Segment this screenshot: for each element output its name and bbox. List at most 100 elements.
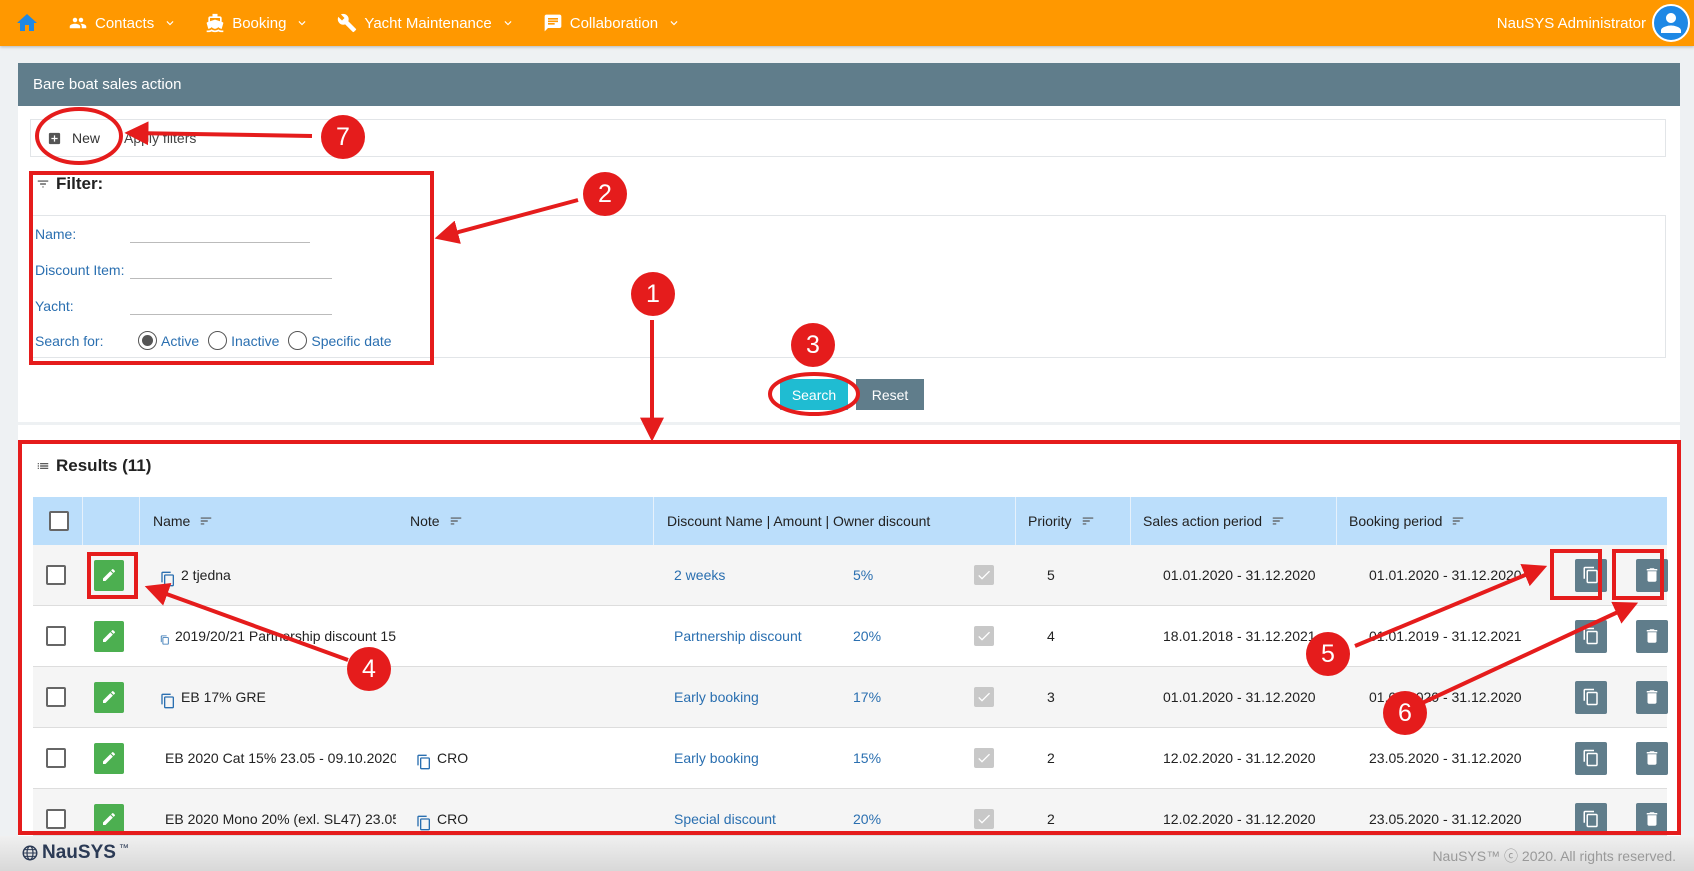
discount-name: 2 weeks — [674, 545, 725, 605]
discount-link[interactable]: Partnership discount — [674, 628, 802, 644]
radio-circle[interactable] — [288, 331, 308, 350]
header-sales-period[interactable]: Sales action period — [1143, 497, 1286, 545]
radio-inactive[interactable]: Inactive — [208, 331, 279, 350]
user-name[interactable]: NauSYS Administrator — [1497, 0, 1646, 46]
owner-discount-checkbox — [974, 565, 994, 585]
sort-icon — [201, 517, 212, 525]
row-checkbox[interactable] — [46, 748, 66, 768]
column-divider — [139, 497, 140, 545]
radio-specific-date[interactable]: Specific date — [288, 331, 392, 350]
plus-box-icon — [48, 132, 61, 144]
nav-booking[interactable]: Booking — [191, 0, 323, 46]
copy-icon[interactable] — [416, 815, 432, 831]
nav-collaboration[interactable]: Collaboration — [529, 0, 695, 46]
delete-button[interactable] — [1636, 619, 1668, 653]
edit-button[interactable] — [94, 559, 124, 591]
chevron-down-icon — [504, 21, 512, 26]
radio-circle[interactable] — [208, 331, 228, 350]
column-divider — [1336, 497, 1337, 545]
header-note[interactable]: Note — [410, 497, 464, 545]
copy-button[interactable] — [1575, 802, 1607, 835]
user-icon — [1661, 13, 1681, 33]
pencil-icon — [103, 629, 116, 642]
header-booking-period[interactable]: Booking period — [1349, 497, 1466, 545]
sort-icon — [1453, 517, 1464, 525]
yacht-input[interactable] — [130, 297, 332, 315]
copy-button[interactable] — [1575, 619, 1607, 653]
name-input[interactable] — [130, 225, 310, 243]
nav-yacht-maintenance[interactable]: Yacht Maintenance — [323, 0, 528, 46]
delete-cell — [1636, 728, 1668, 788]
trash-icon — [1646, 690, 1658, 704]
toolbar: New Apply filters — [30, 119, 1666, 157]
radio-active[interactable]: Active — [138, 331, 199, 350]
copy-icon[interactable] — [160, 693, 176, 709]
annotation-badge-4: 4 — [347, 647, 391, 691]
header-discount-label: Discount Name | Amount | Owner discount — [667, 513, 931, 529]
edit-button[interactable] — [94, 742, 124, 774]
row-select-cell — [46, 545, 66, 605]
check-icon — [978, 570, 990, 580]
copy-icon — [1583, 627, 1598, 645]
row-checkbox[interactable] — [46, 565, 66, 585]
apply-filters-button[interactable]: Apply filters — [124, 130, 196, 146]
chevron-down-icon — [166, 21, 174, 26]
row-edit-cell — [94, 545, 124, 605]
copy-icon[interactable] — [160, 632, 170, 648]
reset-button[interactable]: Reset — [856, 379, 924, 410]
chevron-down-icon — [298, 21, 306, 26]
annotation-badge-1: 1 — [631, 272, 675, 316]
header-name[interactable]: Name — [153, 497, 214, 545]
filter-discount-row: Discount Item: — [35, 261, 332, 279]
copy-button[interactable] — [1575, 558, 1607, 592]
discount-name: Early booking — [674, 667, 759, 727]
copy-icon[interactable] — [416, 754, 432, 770]
priority-cell: 2 — [1047, 750, 1055, 766]
row-select-cell — [46, 728, 66, 788]
discount-link[interactable]: Special discount — [674, 811, 776, 827]
priority-cell: 5 — [1047, 567, 1055, 583]
copy-cell — [1575, 545, 1607, 605]
new-button[interactable]: New — [31, 120, 100, 156]
header-sales-period-label: Sales action period — [1143, 513, 1263, 529]
copy-icon[interactable] — [160, 571, 176, 587]
search-button[interactable]: Search — [780, 379, 848, 410]
delete-button[interactable] — [1636, 558, 1668, 592]
top-navbar: Contacts Booking Yacht Maintenance Colla… — [0, 0, 1694, 46]
table-header: Name Note Discount Name | Amount | Owner… — [33, 497, 1667, 545]
column-divider — [82, 497, 83, 545]
avatar[interactable] — [1652, 4, 1690, 42]
name-text: EB 2020 Mono 20% (exl. SL47) 23.05 — [165, 811, 396, 827]
boat-icon — [206, 13, 224, 33]
note-text: CRO — [437, 811, 469, 827]
edit-button[interactable] — [94, 803, 124, 835]
nav-contacts[interactable]: Contacts — [54, 0, 191, 46]
delete-button[interactable] — [1636, 680, 1668, 714]
delete-button[interactable] — [1636, 741, 1668, 775]
discount-link[interactable]: Early booking — [674, 689, 759, 705]
row-checkbox[interactable] — [46, 809, 66, 829]
select-all-checkbox[interactable] — [49, 511, 69, 531]
table-row: EB 2020 Cat 15% 23.05 - 09.10.2020 CRO E… — [33, 728, 1668, 789]
owner-discount-cell — [974, 606, 994, 666]
home-icon[interactable] — [0, 0, 54, 46]
edit-button[interactable] — [94, 620, 124, 652]
delete-button[interactable] — [1636, 802, 1667, 835]
radio-circle[interactable] — [138, 331, 157, 350]
edit-button[interactable] — [94, 681, 124, 713]
yacht-label: Yacht: — [35, 298, 74, 314]
row-checkbox[interactable] — [46, 687, 66, 707]
sales-period-cell: 12.02.2020 - 31.12.2020 — [1163, 811, 1316, 827]
name-text: 2019/20/21 Partnership discount 15 — [174, 628, 396, 644]
discount-link[interactable]: 2 weeks — [674, 567, 725, 583]
name-cell: EB 2020 Mono 20% (exl. SL47) 23.05 — [160, 789, 396, 835]
row-checkbox[interactable] — [46, 626, 66, 646]
discount-item-input[interactable] — [130, 261, 332, 279]
discount-link[interactable]: Early booking — [674, 750, 759, 766]
name-cell: EB 2020 Cat 15% 23.05 - 09.10.2020 — [160, 728, 396, 788]
wrench-icon — [338, 13, 357, 33]
copy-cell — [1575, 667, 1607, 727]
copy-button[interactable] — [1575, 680, 1607, 714]
header-priority[interactable]: Priority — [1028, 497, 1096, 545]
copy-button[interactable] — [1575, 741, 1607, 775]
